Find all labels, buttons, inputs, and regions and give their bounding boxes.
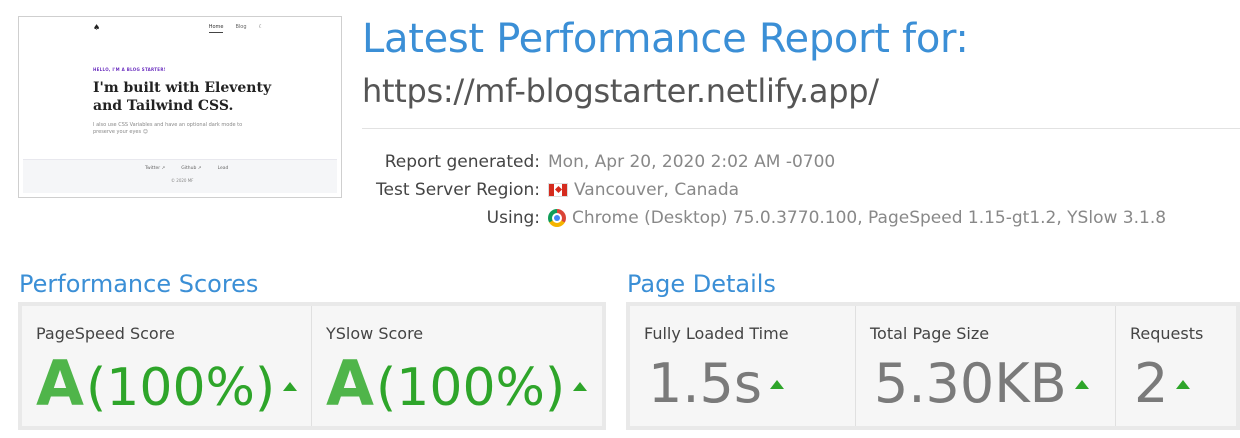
thumbnail-copyright: © 2020 MF [171,178,194,183]
fully-loaded-value: 1.5s [648,344,785,424]
pagespeed-score-label: PageSpeed Score [36,324,175,343]
pagespeed-grade-percent: (100%) [85,358,276,418]
divider [362,128,1240,129]
report-generated-label: Report generated: [384,152,540,172]
chrome-icon [548,209,566,227]
requests-label: Requests [1130,324,1204,343]
pagespeed-grade-letter: A [36,347,84,420]
site-logo-icon: ♠ [93,23,101,32]
page-size-value: 5.30KB [874,344,1089,424]
region-value: Vancouver, Canada [548,180,739,200]
requests-card[interactable]: Requests 2 [1116,306,1236,426]
report-meta: Report generated: Mon, Apr 20, 2020 2:02… [362,150,1222,234]
page-details-title: Page Details [627,270,776,298]
report-generated-value: Mon, Apr 20, 2020 2:02 AM -0700 [548,152,836,172]
thumbnail-footer: Twitter ↗ Github ↗ Lead © 2020 MF [23,159,337,193]
fully-loaded-label: Fully Loaded Time [644,324,789,343]
yslow-grade: A (100%) [326,344,588,428]
thumbnail-eyebrow: HELLO, I'M A BLOG STARTER! [93,67,166,72]
caret-up-icon [283,381,298,391]
caret-up-icon [770,379,785,389]
page-size-card[interactable]: Total Page Size 5.30KB [856,306,1116,426]
yslow-grade-letter: A [326,347,374,420]
thumbnail-subtext: I also use CSS Variables and have an opt… [93,122,243,135]
performance-scores-panel: PageSpeed Score A (100%) YSlow Score A (… [18,302,606,430]
thumbnail-footer-link: Twitter ↗ [145,166,166,171]
region-label: Test Server Region: [376,180,540,200]
caret-up-icon [1176,379,1191,389]
thumbnail-headline: I'm built with Eleventy and Tailwind CSS… [93,80,272,114]
performance-scores-title: Performance Scores [19,270,259,298]
thumbnail-nav-home: Home [208,24,224,33]
page-size-label: Total Page Size [870,324,990,343]
yslow-score-label: YSlow Score [326,324,424,343]
yslow-score-card[interactable]: YSlow Score A (100%) [312,306,602,426]
yslow-grade-percent: (100%) [375,358,566,418]
caret-up-icon [573,381,588,391]
requests-value: 2 [1134,344,1191,424]
page-details-panel: Fully Loaded Time 1.5s Total Page Size 5… [626,302,1240,430]
thumbnail-footer-link: Lead [217,166,229,171]
canada-flag-icon [548,183,568,197]
fully-loaded-card[interactable]: Fully Loaded Time 1.5s [630,306,856,426]
caret-up-icon [1074,379,1089,389]
thumbnail-nav: Home Blog ☾ [208,24,263,33]
thumbnail-nav-blog: Blog [235,24,247,30]
using-value: Chrome (Desktop) 75.0.3770.100, PageSpee… [548,208,1166,228]
pagespeed-score-card[interactable]: PageSpeed Score A (100%) [22,306,312,426]
thumbnail-moon-icon: ☾ [258,24,263,30]
using-label: Using: [486,208,540,228]
pagespeed-grade: A (100%) [36,344,298,428]
thumbnail-footer-link: Github ↗ [181,166,202,171]
report-title: Latest Performance Report for: [362,16,969,62]
page-screenshot-thumbnail: ♠ Home Blog ☾ HELLO, I'M A BLOG STARTER!… [18,16,342,198]
report-url: https://mf-blogstarter.netlify.app/ [362,72,879,110]
